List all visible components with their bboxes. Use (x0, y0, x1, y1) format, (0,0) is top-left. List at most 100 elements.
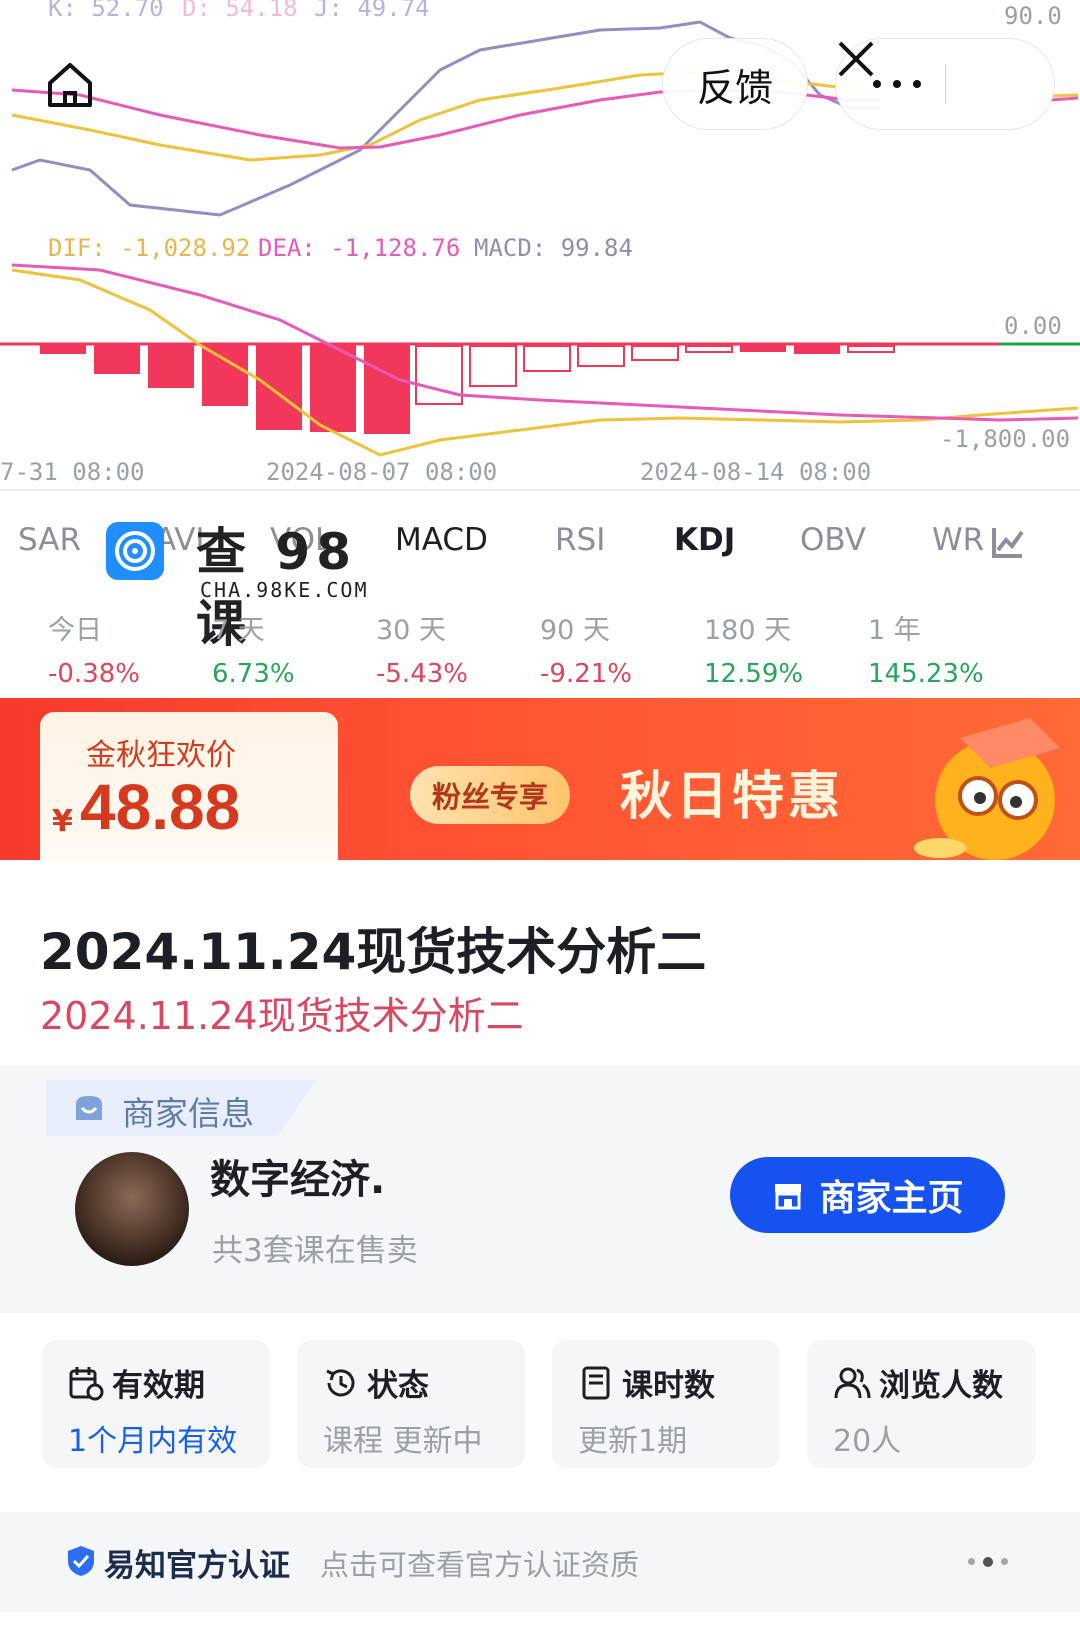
perf-180d: 180 天 12.59% (704, 608, 854, 689)
info-card-value: 课程 更新中 (323, 1424, 483, 1459)
kdj-k-value: K: 52.70 (48, 0, 164, 22)
kdj-axis-top: 90.0 (1004, 2, 1062, 30)
chart-type-icon (992, 528, 1024, 558)
more-dot (968, 1558, 975, 1565)
page-subtitle: 2024.11.24现货技术分析二 (40, 994, 524, 1038)
mascot-icon (914, 718, 1060, 860)
perf-value: -5.43% (376, 659, 468, 689)
merchant-home-label: 商家主页 (819, 1178, 964, 1219)
macd-dif-value: DIF: -1,028.92 (48, 234, 251, 262)
info-card-value: 更新1期 (578, 1424, 688, 1459)
promo-banner[interactable]: 金秋狂欢价 ¥ 48.88 粉丝专享 秋日特惠 (0, 698, 1080, 860)
more-icon[interactable] (968, 1557, 1008, 1567)
calendar-clock-icon (69, 1366, 104, 1400)
x-axis-label: 2024-08-14 08:00 (640, 458, 872, 486)
perf-label: 1 年 (868, 615, 921, 646)
info-card-validity: 有效期 1个月内有效 (42, 1340, 270, 1468)
tab-sar[interactable]: SAR (18, 522, 81, 558)
perf-value: -9.21% (540, 659, 632, 689)
watermark-logo (106, 522, 164, 580)
certification-description: 点击可查看官方认证资质 (320, 1548, 640, 1582)
info-card-lessons: 课时数 更新1期 (552, 1340, 780, 1468)
perf-value: 12.59% (704, 659, 804, 689)
macd-bar (364, 344, 410, 434)
x-axis-label: 7-31 08:00 (0, 458, 145, 486)
perf-7d: 7 天 6.73% (212, 608, 362, 689)
macd-bar (523, 345, 571, 372)
currency-symbol: ¥ (52, 804, 73, 839)
info-card-views: 浏览人数 20人 (807, 1340, 1035, 1468)
macd-bar (740, 344, 786, 352)
macd-bar (256, 344, 302, 430)
merchant-home-button[interactable]: 商家主页 (730, 1157, 1005, 1233)
info-card-label: 有效期 (112, 1368, 205, 1404)
perf-label: 7 天 (212, 615, 265, 646)
perf-value: -0.38% (48, 659, 140, 689)
info-card-label: 浏览人数 (879, 1368, 1003, 1404)
macd-bar (148, 344, 194, 388)
merchant-name[interactable]: 数字经济. (210, 1147, 385, 1205)
info-card-label: 课时数 (622, 1368, 715, 1404)
close-icon (838, 41, 874, 77)
info-card-value: 20人 (833, 1424, 902, 1459)
info-card-value: 1个月内有效 (68, 1424, 238, 1459)
price-card: 金秋狂欢价 ¥ 48.88 (40, 712, 338, 860)
perf-90d: 90 天 -9.21% (540, 608, 690, 689)
shield-check-icon (68, 1546, 94, 1576)
price: 48.88 (80, 771, 241, 843)
feedback-button[interactable]: 反馈 (662, 38, 808, 130)
kdj-d-value: D: 54.18 (182, 0, 298, 22)
course-info-cards: 有效期 1个月内有效 状态 课程 更新中 课时数 更新1期 浏览人数 20人 (0, 1340, 1080, 1468)
macd-bar (631, 345, 679, 361)
promo-tag: 金秋狂欢价 (86, 738, 236, 773)
performance-row: 今日 -0.38% 7 天 6.73% 30 天 -5.43% 90 天 -9.… (0, 608, 1080, 700)
certification-name: 易知官方认证 (104, 1548, 290, 1584)
perf-label: 90 天 (540, 615, 610, 646)
history-icon (326, 1368, 355, 1396)
more-dot (1001, 1558, 1008, 1565)
more-dot (983, 1557, 993, 1567)
macd-bar (685, 345, 733, 353)
macd-axis-zero: 0.00 (1004, 312, 1062, 340)
store-icon (775, 1184, 802, 1210)
kdj-j-line-right (1049, 96, 1079, 102)
merchant-course-count: 共3套课在售卖 (212, 1233, 418, 1269)
fan-exclusive-badge: 粉丝专享 (410, 766, 571, 824)
chart-settings-button[interactable] (990, 524, 1026, 564)
users-icon (834, 1367, 871, 1398)
macd-bar (469, 345, 517, 387)
home-icon (48, 63, 92, 107)
more-dot (913, 80, 921, 88)
info-card-status: 状态 课程 更新中 (297, 1340, 525, 1468)
stock-chart[interactable]: K: 52.70 D: 54.18 J: 49.74 90.0 DIF: -1,… (0, 0, 1080, 492)
kdj-d-line-right (1049, 93, 1079, 98)
kdj-j-value: J: 49.74 (314, 0, 430, 22)
macd-value: MACD: 99.84 (474, 234, 633, 262)
info-card-label: 状态 (367, 1368, 429, 1404)
perf-today: 今日 -0.38% (48, 608, 198, 689)
perf-30d: 30 天 -5.43% (376, 608, 526, 689)
merchant-info-label: 商家信息 (122, 1094, 254, 1133)
document-icon (582, 1366, 610, 1399)
perf-value: 145.23% (868, 659, 984, 689)
macd-bar (577, 345, 625, 367)
more-button[interactable] (850, 80, 945, 88)
perf-label: 今日 (48, 615, 102, 646)
home-button[interactable] (40, 55, 100, 115)
tab-obv[interactable]: OBV (800, 522, 866, 558)
perf-1y: 1 年 145.23% (868, 608, 1018, 689)
x-axis-label: 2024-08-07 08:00 (266, 458, 498, 486)
tab-kdj[interactable]: KDJ (674, 522, 735, 558)
merchant-section: 商家信息 数字经济. 共3套课在售卖 商家主页 (0, 1065, 1080, 1313)
macd-bar (847, 345, 895, 353)
tab-wr[interactable]: WR (932, 522, 984, 558)
page-title: 2024.11.24现货技术分析二 (40, 923, 707, 981)
tab-macd[interactable]: MACD (395, 522, 488, 558)
macd-bar (40, 344, 86, 354)
tab-rsi[interactable]: RSI (555, 522, 605, 558)
feedback-label: 反馈 (696, 65, 773, 110)
more-dot (873, 80, 881, 88)
merchant-avatar[interactable] (75, 1152, 189, 1266)
macd-axis-low: -1,800.00 (940, 425, 1071, 453)
official-certification-bar[interactable]: 易知官方认证 点击可查看官方认证资质 (0, 1512, 1080, 1612)
